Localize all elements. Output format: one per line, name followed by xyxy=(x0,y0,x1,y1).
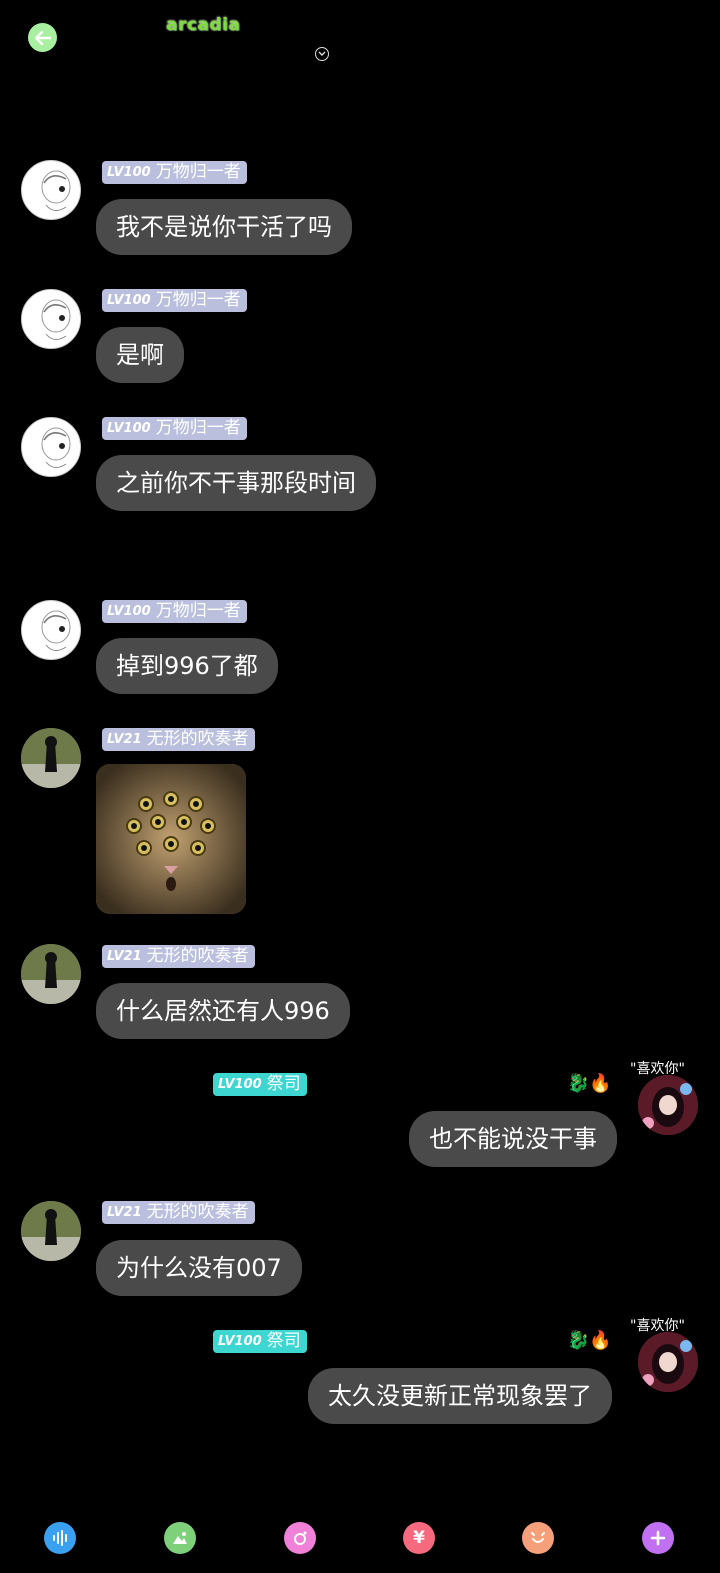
user-badge: LV21 无形的吹奏者 xyxy=(102,945,255,968)
user-badge: LV100 祭司 xyxy=(213,1330,307,1353)
avatar[interactable] xyxy=(21,289,81,349)
user-badge: LV100 万物归一者 xyxy=(102,161,247,184)
image-icon xyxy=(173,1532,187,1544)
flair-icons: 🐉🔥 xyxy=(567,1330,612,1351)
avatar[interactable] xyxy=(21,944,81,1004)
back-button[interactable] xyxy=(28,23,57,52)
user-badge: LV100 万物归一者 xyxy=(102,417,247,440)
self-avatar[interactable] xyxy=(638,1332,698,1392)
avatar-caption: "喜欢你" xyxy=(630,1061,685,1077)
user-badge: LV21 无形的吹奏者 xyxy=(102,1201,255,1224)
chevron-down-icon xyxy=(318,51,326,56)
level-label: LV100 xyxy=(107,421,151,436)
message-bubble[interactable]: 我不是说你干活了吗 xyxy=(96,199,352,255)
bottom-toolbar: ¥ xyxy=(0,1510,720,1570)
username: 万物归一者 xyxy=(155,601,241,621)
self-avatar[interactable] xyxy=(638,1075,698,1135)
username: 万物归一者 xyxy=(155,290,241,310)
gift-button[interactable]: ¥ xyxy=(403,1522,435,1554)
username: 万物归一者 xyxy=(155,162,241,182)
fire-icon: 🔥 xyxy=(589,1330,612,1351)
voice-button[interactable] xyxy=(44,1522,76,1554)
top-bar: arcadia xyxy=(0,0,720,80)
emoji-icon xyxy=(531,1532,545,1543)
plus-icon xyxy=(650,1530,666,1546)
username: 无形的吹奏者 xyxy=(146,1202,249,1222)
message-bubble[interactable]: 太久没更新正常现象罢了 xyxy=(308,1368,612,1424)
message-bubble[interactable]: 什么居然还有人996 xyxy=(96,983,350,1039)
avatar[interactable] xyxy=(21,160,81,220)
image-button[interactable] xyxy=(164,1522,196,1554)
dropdown-button[interactable] xyxy=(315,47,329,61)
message-bubble[interactable]: 之前你不干事那段时间 xyxy=(96,455,376,511)
app-logo: arcadia xyxy=(166,15,241,35)
camera-icon xyxy=(294,1531,307,1545)
user-badge: LV100 万物归一者 xyxy=(102,600,247,623)
user-badge: LV100 祭司 xyxy=(213,1073,307,1096)
level-label: LV100 xyxy=(107,604,151,619)
level-label: LV100 xyxy=(218,1334,262,1349)
username: 祭司 xyxy=(266,1074,301,1094)
avatar[interactable] xyxy=(21,417,81,477)
avatar-caption: "喜欢你" xyxy=(630,1318,685,1334)
voice-icon xyxy=(53,1530,67,1546)
username: 万物归一者 xyxy=(155,418,241,438)
user-badge: LV100 万物归一者 xyxy=(102,289,247,312)
fire-icon: 🔥 xyxy=(589,1073,612,1094)
level-label: LV100 xyxy=(107,293,151,308)
camera-button[interactable] xyxy=(284,1522,316,1554)
avatar[interactable] xyxy=(21,600,81,660)
level-label: LV100 xyxy=(107,165,151,180)
level-label: LV21 xyxy=(107,949,142,964)
dragon-icon: 🐉 xyxy=(567,1330,590,1351)
level-label: LV21 xyxy=(107,732,142,747)
level-label: LV100 xyxy=(218,1077,262,1092)
avatar[interactable] xyxy=(21,728,81,788)
username: 无形的吹奏者 xyxy=(146,946,249,966)
message-bubble[interactable]: 也不能说没干事 xyxy=(409,1111,617,1167)
image-message[interactable] xyxy=(96,764,246,914)
avatar[interactable] xyxy=(21,1201,81,1261)
dragon-icon: 🐉 xyxy=(567,1073,590,1094)
level-label: LV21 xyxy=(107,1205,142,1220)
username: 无形的吹奏者 xyxy=(146,729,249,749)
more-button[interactable] xyxy=(642,1522,674,1554)
yen-icon: ¥ xyxy=(413,1528,425,1548)
username: 祭司 xyxy=(266,1331,301,1351)
user-badge: LV21 无形的吹奏者 xyxy=(102,728,255,751)
message-bubble[interactable]: 为什么没有007 xyxy=(96,1240,302,1296)
message-bubble[interactable]: 是啊 xyxy=(96,327,184,383)
message-bubble[interactable]: 掉到996了都 xyxy=(96,638,278,694)
emoji-button[interactable] xyxy=(522,1522,554,1554)
flair-icons: 🐉🔥 xyxy=(567,1073,612,1094)
back-arrow-icon xyxy=(34,30,51,45)
